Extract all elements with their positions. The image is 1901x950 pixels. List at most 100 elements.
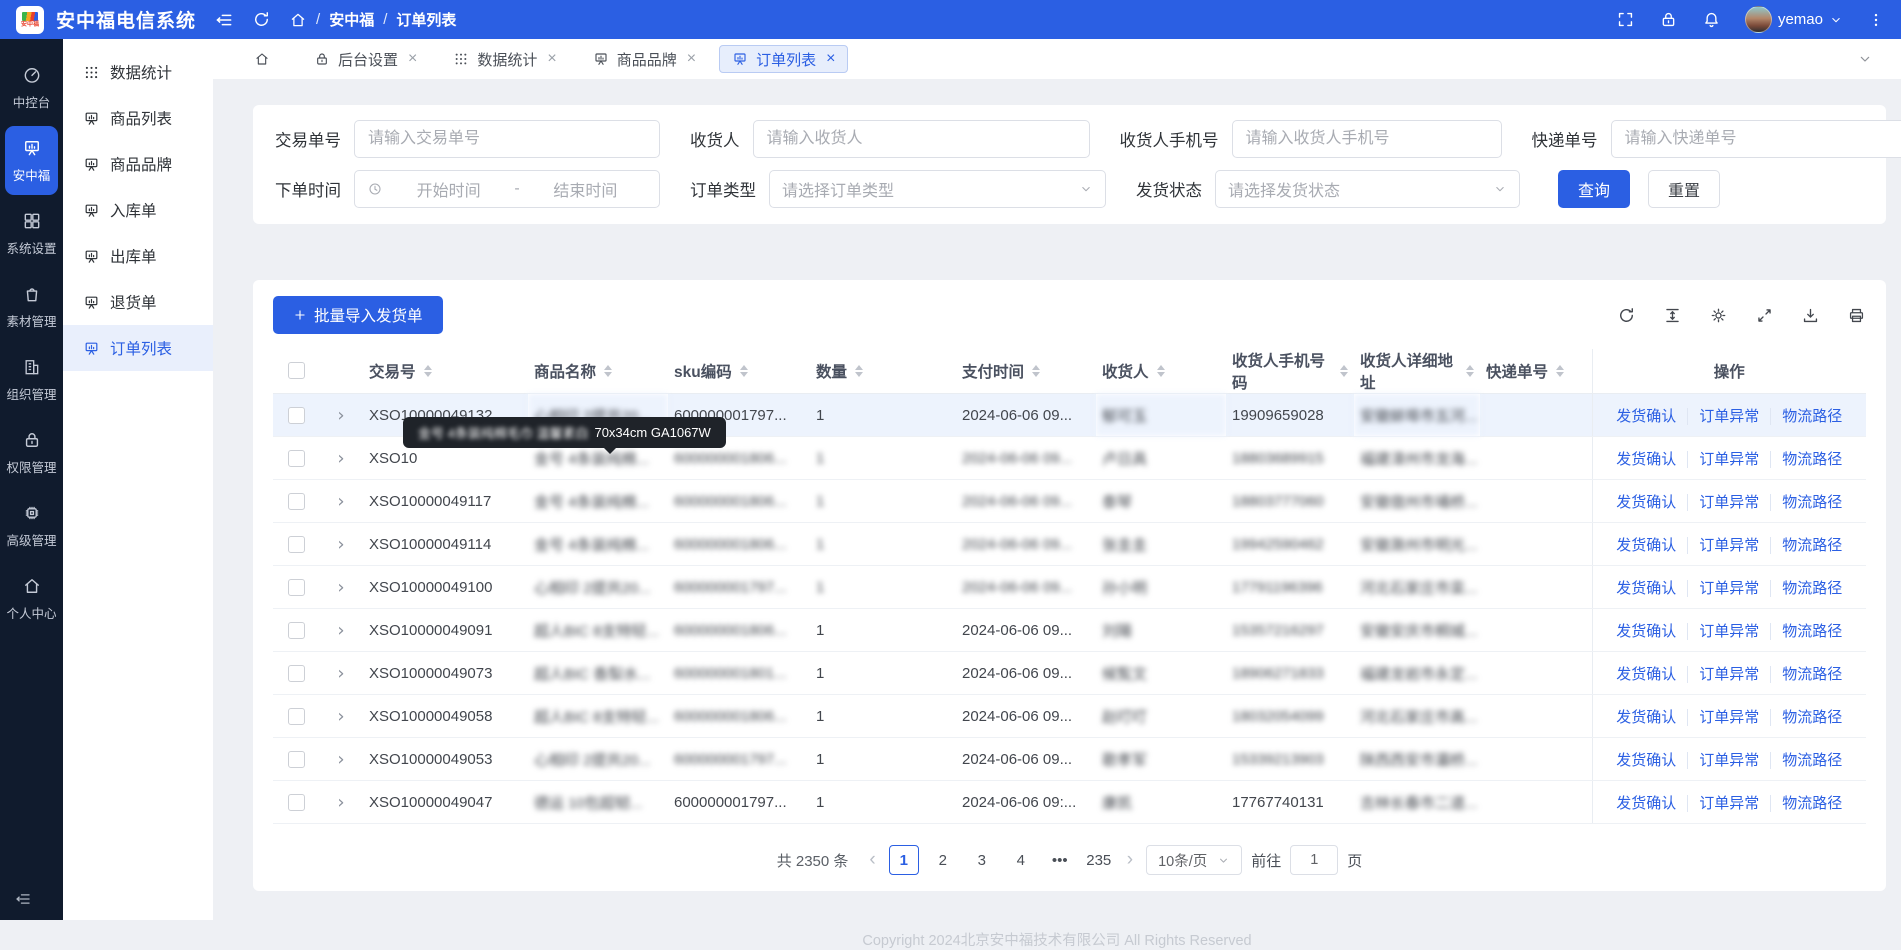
action-order-exception[interactable]: 订单异常 bbox=[1687, 451, 1770, 468]
close-tab-icon[interactable]: × bbox=[547, 51, 556, 67]
expand-row-icon[interactable]: › bbox=[337, 620, 344, 641]
action-confirm-shipment[interactable]: 发货确认 bbox=[1605, 709, 1687, 726]
prev-page-icon[interactable]: ‹ bbox=[865, 849, 879, 871]
action-confirm-shipment[interactable]: 发货确认 bbox=[1605, 666, 1687, 683]
expand-row-icon[interactable]: › bbox=[337, 405, 344, 426]
tracking-no-input[interactable] bbox=[1611, 120, 1901, 158]
sidebar-item[interactable]: 中控台 bbox=[5, 53, 58, 122]
refresh-table-icon[interactable] bbox=[1617, 306, 1636, 325]
action-logistics-route[interactable]: 物流路径 bbox=[1770, 623, 1853, 640]
column-header[interactable]: 交易号 bbox=[363, 349, 528, 394]
action-order-exception[interactable]: 订单异常 bbox=[1687, 623, 1770, 640]
batch-import-button[interactable]: 批量导入发货单 bbox=[273, 296, 443, 334]
column-header[interactable]: 收货人 bbox=[1096, 349, 1226, 394]
sort-carets-icon[interactable] bbox=[1556, 365, 1564, 377]
sort-carets-icon[interactable] bbox=[1466, 365, 1474, 377]
action-logistics-route[interactable]: 物流路径 bbox=[1770, 494, 1853, 511]
lock-screen-icon[interactable] bbox=[1659, 10, 1678, 29]
tab[interactable]: 订单列表 × bbox=[719, 45, 848, 73]
goto-page-input[interactable] bbox=[1290, 845, 1338, 875]
fullscreen-icon[interactable] bbox=[1616, 10, 1635, 29]
row-checkbox[interactable] bbox=[288, 751, 305, 768]
action-order-exception[interactable]: 订单异常 bbox=[1687, 795, 1770, 812]
submenu-item[interactable]: 商品品牌 bbox=[63, 141, 213, 187]
sort-carets-icon[interactable] bbox=[604, 365, 612, 377]
expand-table-icon[interactable] bbox=[1755, 306, 1774, 325]
sidebar-item[interactable]: 安中福 bbox=[5, 126, 58, 195]
page-size-select[interactable]: 10条/页 bbox=[1146, 845, 1242, 875]
expand-row-icon[interactable]: › bbox=[337, 491, 344, 512]
action-order-exception[interactable]: 订单异常 bbox=[1687, 537, 1770, 554]
sidebar-item[interactable]: 个人中心 bbox=[5, 564, 58, 633]
action-confirm-shipment[interactable]: 发货确认 bbox=[1605, 752, 1687, 769]
close-tab-icon[interactable]: × bbox=[826, 51, 835, 67]
avatar[interactable] bbox=[1745, 6, 1772, 33]
close-tab-icon[interactable]: × bbox=[687, 51, 696, 67]
close-tab-icon[interactable]: × bbox=[408, 51, 417, 67]
sidebar-item[interactable]: 素材管理 bbox=[5, 272, 58, 341]
row-checkbox[interactable] bbox=[288, 450, 305, 467]
action-logistics-route[interactable]: 物流路径 bbox=[1770, 580, 1853, 597]
action-order-exception[interactable]: 订单异常 bbox=[1687, 494, 1770, 511]
row-height-icon[interactable] bbox=[1663, 306, 1682, 325]
action-order-exception[interactable]: 订单异常 bbox=[1687, 666, 1770, 683]
submenu-item[interactable]: 订单列表 bbox=[63, 325, 213, 371]
sort-carets-icon[interactable] bbox=[1157, 365, 1165, 377]
expand-row-icon[interactable]: › bbox=[337, 663, 344, 684]
breadcrumb-item[interactable]: 安中福 bbox=[329, 9, 374, 30]
action-order-exception[interactable]: 订单异常 bbox=[1687, 408, 1770, 425]
sidebar-item[interactable]: 组织管理 bbox=[5, 345, 58, 414]
sort-carets-icon[interactable] bbox=[424, 365, 432, 377]
action-confirm-shipment[interactable]: 发货确认 bbox=[1605, 451, 1687, 468]
column-header[interactable]: 支付时间 bbox=[956, 349, 1096, 394]
row-checkbox[interactable] bbox=[288, 665, 305, 682]
submenu-item[interactable]: 数据统计 bbox=[63, 49, 213, 95]
row-checkbox[interactable] bbox=[288, 536, 305, 553]
row-checkbox[interactable] bbox=[288, 622, 305, 639]
sidebar-item[interactable]: 权限管理 bbox=[5, 418, 58, 487]
select-all-checkbox[interactable] bbox=[288, 362, 305, 379]
page-button[interactable]: 2 bbox=[928, 845, 958, 875]
sort-carets-icon[interactable] bbox=[1340, 365, 1348, 377]
end-time-placeholder[interactable]: 结束时间 bbox=[524, 177, 647, 201]
action-logistics-route[interactable]: 物流路径 bbox=[1770, 451, 1853, 468]
sort-carets-icon[interactable] bbox=[1032, 365, 1040, 377]
page-button[interactable]: 4 bbox=[1006, 845, 1036, 875]
submenu-item[interactable]: 退货单 bbox=[63, 279, 213, 325]
action-order-exception[interactable]: 订单异常 bbox=[1687, 752, 1770, 769]
action-logistics-route[interactable]: 物流路径 bbox=[1770, 752, 1853, 769]
reset-button[interactable]: 重置 bbox=[1648, 170, 1720, 208]
row-checkbox[interactable] bbox=[288, 794, 305, 811]
column-header[interactable]: 收货人详细地址 bbox=[1354, 349, 1480, 394]
row-checkbox[interactable] bbox=[288, 493, 305, 510]
expand-row-icon[interactable]: › bbox=[337, 706, 344, 727]
tab[interactable]: 后台设置 × bbox=[301, 45, 430, 73]
notification-bell-icon[interactable] bbox=[1702, 10, 1721, 29]
order-time-range-picker[interactable]: 开始时间 - 结束时间 bbox=[354, 170, 660, 208]
action-confirm-shipment[interactable]: 发货确认 bbox=[1605, 408, 1687, 425]
search-button[interactable]: 查询 bbox=[1558, 170, 1630, 208]
submenu-item[interactable]: 出库单 bbox=[63, 233, 213, 279]
action-logistics-route[interactable]: 物流路径 bbox=[1770, 795, 1853, 812]
tab[interactable]: 数据统计 × bbox=[440, 45, 569, 73]
start-time-placeholder[interactable]: 开始时间 bbox=[387, 177, 510, 201]
next-page-icon[interactable]: › bbox=[1123, 849, 1137, 871]
sort-carets-icon[interactable] bbox=[855, 365, 863, 377]
expand-row-icon[interactable]: › bbox=[337, 448, 344, 469]
ship-status-select[interactable]: 请选择发货状态 bbox=[1215, 170, 1520, 208]
trade-no-input[interactable] bbox=[354, 120, 660, 158]
order-type-select[interactable]: 请选择订单类型 bbox=[769, 170, 1106, 208]
receiver-input[interactable] bbox=[753, 120, 1090, 158]
action-order-exception[interactable]: 订单异常 bbox=[1687, 709, 1770, 726]
column-header[interactable]: 收货人手机号码 bbox=[1226, 349, 1354, 394]
expand-row-icon[interactable]: › bbox=[337, 792, 344, 813]
row-checkbox[interactable] bbox=[288, 579, 305, 596]
breadcrumb-item[interactable]: 订单列表 bbox=[396, 9, 456, 30]
action-confirm-shipment[interactable]: 发货确认 bbox=[1605, 795, 1687, 812]
action-logistics-route[interactable]: 物流路径 bbox=[1770, 408, 1853, 425]
refresh-page-icon[interactable] bbox=[252, 10, 271, 29]
action-logistics-route[interactable]: 物流路径 bbox=[1770, 537, 1853, 554]
column-settings-gear-icon[interactable] bbox=[1709, 306, 1728, 325]
row-checkbox[interactable] bbox=[288, 708, 305, 725]
column-header[interactable]: 数量 bbox=[810, 349, 956, 394]
